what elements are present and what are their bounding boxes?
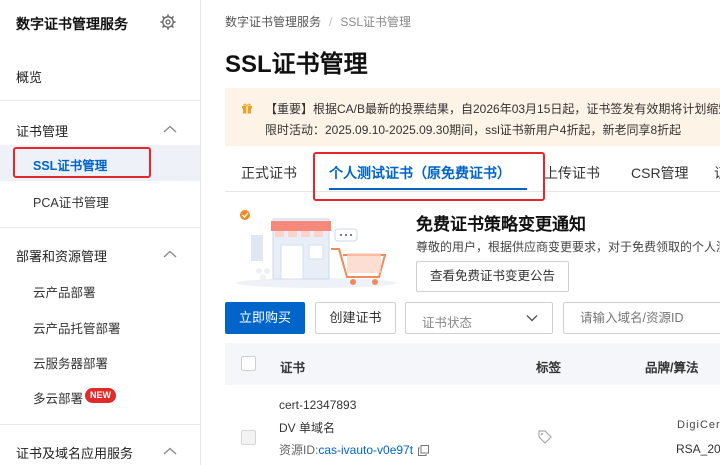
sidebar-item-cloud-hosted-deploy[interactable]: 云产品托管部署	[0, 308, 200, 344]
notice-banner: 【重要】根据CA/B最新的投票结果，自2026年03月15日起，证书签发有效期将…	[225, 88, 720, 146]
cert-type: DV 单域名	[279, 421, 336, 435]
sidebar-group-cert-management[interactable]: 证书管理	[16, 121, 68, 140]
table-header: 证书 标签 品牌/算法	[225, 343, 720, 385]
notice-text: 限时活动：2025.09.10-2025.09.30期间，ssl证书新用户4折起…	[265, 123, 682, 137]
tab-overflow[interactable]: 证	[714, 163, 720, 183]
create-cert-button[interactable]: 创建证书	[315, 302, 396, 334]
promo-description: 尊敬的用户，根据供应商变更要求，对于免费领取的个人测	[416, 240, 720, 254]
cert-name: cert-12347893	[279, 398, 357, 412]
sidebar-item-pca-cert[interactable]: PCA证书管理	[0, 182, 200, 218]
select-all-checkbox[interactable]	[241, 356, 256, 371]
promo-title: 免费证书策略变更通知	[416, 215, 586, 234]
sidebar-item-multicloud-deploy[interactable]: 多云部署 NEW	[0, 378, 200, 414]
buy-now-button[interactable]: 立即购买	[225, 302, 305, 334]
sidebar-divider	[0, 227, 200, 228]
sidebar-item-label: PCA证书管理	[33, 196, 109, 210]
breadcrumb-current: SSL证书管理	[340, 15, 412, 29]
sidebar-item-server-deploy[interactable]: 云服务器部署	[0, 343, 200, 379]
sidebar-divider	[0, 424, 200, 425]
sidebar-item-overview[interactable]: 概览	[16, 67, 42, 86]
tab-upload-cert[interactable]: 上传证书	[544, 163, 600, 183]
gear-icon[interactable]	[160, 14, 176, 30]
column-header-cert[interactable]: 证书	[280, 357, 305, 376]
sidebar-group-cert-domain-services[interactable]: 证书及域名应用服务	[16, 443, 133, 462]
resource-id: 资源ID:cas-ivauto-v0e97t	[279, 441, 430, 458]
sidebar-title: 数字证书管理服务	[16, 16, 128, 32]
resource-id-link[interactable]: cas-ivauto-v0e97t	[318, 443, 413, 457]
copy-icon[interactable]	[418, 445, 430, 457]
cert-status-placeholder: 证书状态	[422, 316, 473, 330]
column-header-tags[interactable]: 标签	[536, 357, 561, 376]
cert-algorithm: RSA_2048	[676, 442, 720, 456]
store-illustration	[236, 210, 396, 288]
highlight-box	[13, 147, 151, 178]
highlight-box	[313, 152, 545, 201]
chevron-up-icon[interactable]	[163, 125, 177, 133]
view-free-cert-notice-button[interactable]: 查看免费证书变更公告	[416, 261, 569, 292]
sidebar-divider	[0, 100, 200, 101]
notice-text: 【重要】根据CA/B最新的投票结果，自2026年03月15日起，证书签发有效期将…	[265, 102, 720, 116]
sidebar-item-label: 云服务器部署	[33, 357, 109, 371]
table-row: cert-12347893 DV 单域名 资源ID:cas-ivauto-v0e…	[225, 386, 720, 465]
breadcrumb-link[interactable]: 数字证书管理服务	[225, 15, 321, 29]
sidebar-group-deploy[interactable]: 部署和资源管理	[16, 246, 107, 265]
chevron-up-icon[interactable]	[163, 250, 177, 258]
page-title: SSL证书管理	[225, 51, 368, 78]
cert-status-select[interactable]: 证书状态	[405, 302, 553, 334]
search-input[interactable]	[563, 302, 720, 334]
tab-csr-management[interactable]: CSR管理	[631, 163, 689, 183]
breadcrumb: 数字证书管理服务 / SSL证书管理	[225, 13, 411, 30]
main-content: 数字证书管理服务 / SSL证书管理 SSL证书管理 【重要】根据CA/B最新的投票…	[201, 0, 720, 465]
new-badge: NEW	[85, 388, 116, 403]
sidebar-header: 数字证书管理服务	[0, 0, 200, 46]
chevron-up-icon[interactable]	[163, 447, 177, 455]
breadcrumb-separator: /	[329, 15, 333, 29]
column-header-brand-algorithm[interactable]: 品牌/算法	[645, 357, 698, 376]
sidebar-item-label: 云产品托管部署	[33, 322, 121, 336]
tab-official-cert[interactable]: 正式证书	[241, 163, 297, 183]
row-checkbox[interactable]	[241, 430, 256, 445]
sidebar-item-cloud-deploy[interactable]: 云产品部署	[0, 272, 200, 308]
chevron-down-icon	[526, 315, 538, 322]
sidebar-item-label: 云产品部署	[33, 286, 96, 300]
tag-icon[interactable]	[538, 430, 552, 444]
gift-icon	[242, 103, 252, 114]
sidebar: 数字证书管理服务 概览 证书管理 SSL证书管理 PCA证书管理 部署和资源管理…	[0, 0, 201, 465]
resource-id-label: 资源ID:	[279, 443, 319, 457]
cert-brand: DigiCert	[677, 419, 720, 431]
sidebar-item-label: 多云部署	[33, 392, 84, 406]
